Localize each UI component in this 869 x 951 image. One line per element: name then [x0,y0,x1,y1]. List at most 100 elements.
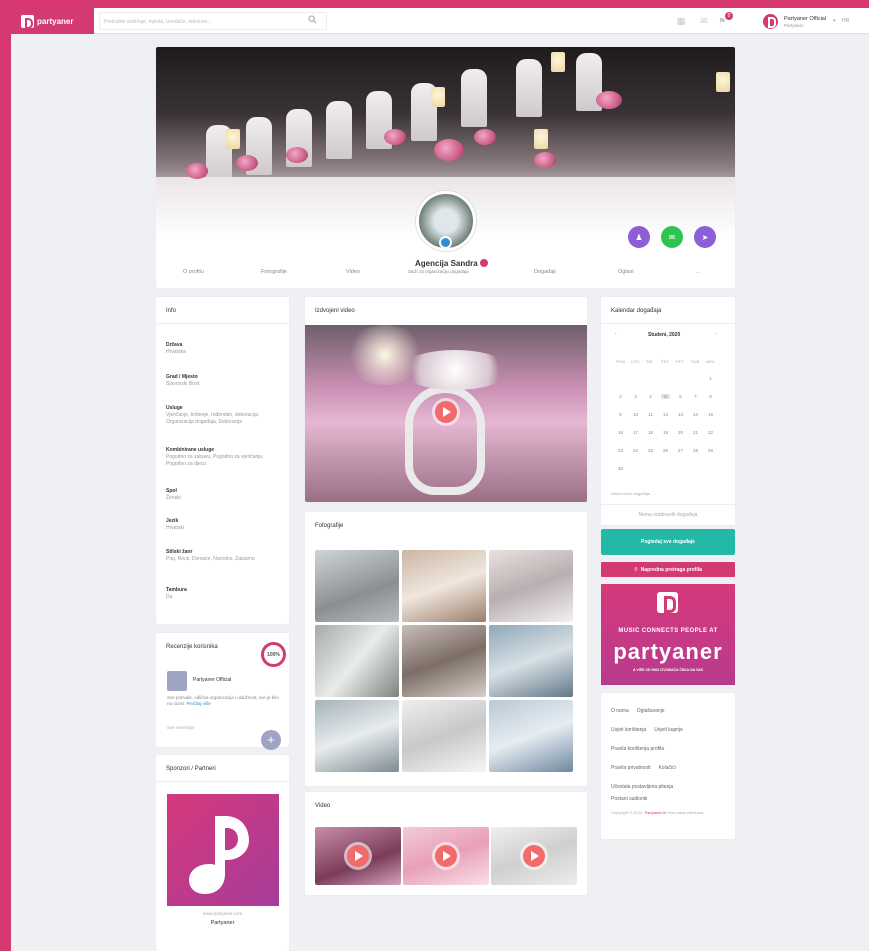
calendar-day[interactable]: 16 [616,430,625,435]
calendar-day[interactable]: 10 [631,412,640,417]
calendar-day[interactable]: 28 [691,448,700,453]
read-more-link[interactable]: Pročitaj više [187,701,211,706]
chevron-right-icon[interactable]: › [715,331,717,337]
message-icon[interactable]: ✉ [661,226,683,248]
info-value: Hrvatska [166,349,186,355]
weekday-label: SRI [646,359,653,364]
calendar-day[interactable]: 9 [616,412,625,417]
calendar-day[interactable]: 12 [661,412,670,417]
page: partyaner Pretražite sadržaje, mjesta, i… [11,8,869,951]
footer-link[interactable]: Uvjeti korištenja [611,727,646,733]
tab-ads[interactable]: Oglasi [618,269,634,275]
profile-header: ♟ ✉ ➤ O profilu Fotografije Video Događa… [156,47,735,288]
copyright-link[interactable]: Partyaner.hr [644,810,666,815]
calendar-day[interactable]: 3 [631,394,640,399]
tab-video[interactable]: Video [346,269,360,275]
video-thumbnail[interactable] [315,827,401,885]
photo-thumbnail[interactable] [402,625,486,697]
calendar-day[interactable]: 15 [706,412,715,417]
promo-banner[interactable]: MUSIC CONNECTS PEOPLE AT partyaner A VIŠ… [601,584,735,685]
search-icon[interactable] [308,15,317,24]
calendar-day[interactable]: 22 [706,430,715,435]
calendar-day[interactable]: 20 [676,430,685,435]
footer-link[interactable]: Kolačići [658,765,675,771]
calendar-day[interactable]: 14 [691,412,700,417]
calendar-day[interactable]: 19 [661,430,670,435]
calendar-day[interactable]: 17 [631,430,640,435]
user-avatar[interactable] [763,14,778,29]
video-thumbnail[interactable] [403,827,489,885]
calendar-day[interactable]: 6 [676,394,685,399]
info-title: Info [166,308,177,314]
notification-badge: 0 [725,12,733,20]
tab-more[interactable]: ... [696,269,701,275]
calendar-day[interactable]: 24 [631,448,640,453]
video-thumbnail[interactable] [491,827,577,885]
footer-link[interactable]: Uvjeti kupnje [654,727,683,733]
play-icon[interactable] [523,845,545,867]
calendar-icon[interactable]: ▦ [676,16,686,26]
photos-card: Fotografije [305,512,587,786]
calendar-day[interactable]: 30 [616,466,625,471]
follow-icon[interactable]: ♟ [628,226,650,248]
share-icon[interactable]: ➤ [694,226,716,248]
calendar-day[interactable]: 8 [706,394,715,399]
chevron-down-icon[interactable]: ▾ [833,18,836,24]
calendar-day[interactable]: 18 [646,430,655,435]
review-author[interactable]: Partyaner Official [193,677,231,683]
footer-link[interactable]: Postani sudionik [611,796,647,802]
sponsor-title: Sponzori / Partneri [166,766,216,772]
photo-thumbnail[interactable] [315,550,399,622]
calendar-day[interactable]: 7 [691,394,700,399]
tab-events[interactable]: Događaji [534,269,556,275]
calendar-day[interactable]: 26 [661,448,670,453]
footer-link[interactable]: Oglašavanje [637,708,665,714]
photo-thumbnail[interactable] [315,700,399,772]
footer-link[interactable]: Pravila korištenja profila [611,746,664,752]
calendar-day[interactable]: 4 [646,394,655,399]
info-value: Hrvatski [166,525,185,531]
photo-thumbnail[interactable] [315,625,399,697]
calendar-day[interactable]: 13 [676,412,685,417]
add-review-button[interactable]: + [261,730,281,750]
featured-video[interactable] [305,325,587,502]
photo-thumbnail[interactable] [489,700,573,772]
chevron-left-icon[interactable]: ‹ [615,331,617,337]
photo-thumbnail[interactable] [489,550,573,622]
language-selector[interactable]: HR [842,18,849,24]
play-icon[interactable] [435,401,457,423]
search-input[interactable]: Pretražite sadržaje, mjesta, izvođače, t… [99,12,327,30]
sponsor-name[interactable]: Partyaner [156,920,289,926]
photo-thumbnail[interactable] [489,625,573,697]
tab-photos[interactable]: Fotografije [261,269,287,275]
calendar-day[interactable]: 11 [646,412,655,417]
all-events-button[interactable]: Pogledaj sve događaje [601,529,735,555]
calendar-day[interactable]: 23 [616,448,625,453]
footer-link[interactable]: Učestala postavljena pitanja [611,784,673,790]
review-avatar [167,671,187,691]
advanced-search-button[interactable]: ⚲ Napredna pretraga profila [601,562,735,577]
calendar-day[interactable]: 25 [646,448,655,453]
calendar-day[interactable]: 5 [661,394,670,399]
weekday-label: PET [676,359,684,364]
all-reviews-link[interactable]: Sve recenzije [167,725,194,730]
tab-about[interactable]: O profilu [183,269,204,275]
user-name[interactable]: Partyaner Official [784,16,826,22]
play-icon[interactable] [347,845,369,867]
sponsor-card: Sponzori / Partneri www.partyaner.com Pa… [156,755,289,951]
calendar-day[interactable]: 21 [691,430,700,435]
calendar-day[interactable]: 1 [706,376,715,381]
calendar-day[interactable]: 2 [616,394,625,399]
play-icon[interactable] [435,845,457,867]
footer-link[interactable]: Pravila privatnosti [611,765,650,771]
calendar-day[interactable]: 29 [706,448,715,453]
photo-thumbnail[interactable] [402,700,486,772]
info-label: Kombinirane usluge [166,447,215,453]
calendar-day[interactable]: 27 [676,448,685,453]
sponsor-url[interactable]: www.partyaner.com [156,911,289,916]
sponsor-logo[interactable] [167,794,279,906]
photo-thumbnail[interactable] [402,550,486,622]
footer-link[interactable]: O nama [611,708,629,714]
partyaner-logo[interactable]: partyaner [11,8,94,34]
messages-icon[interactable]: ✉ [699,16,709,26]
